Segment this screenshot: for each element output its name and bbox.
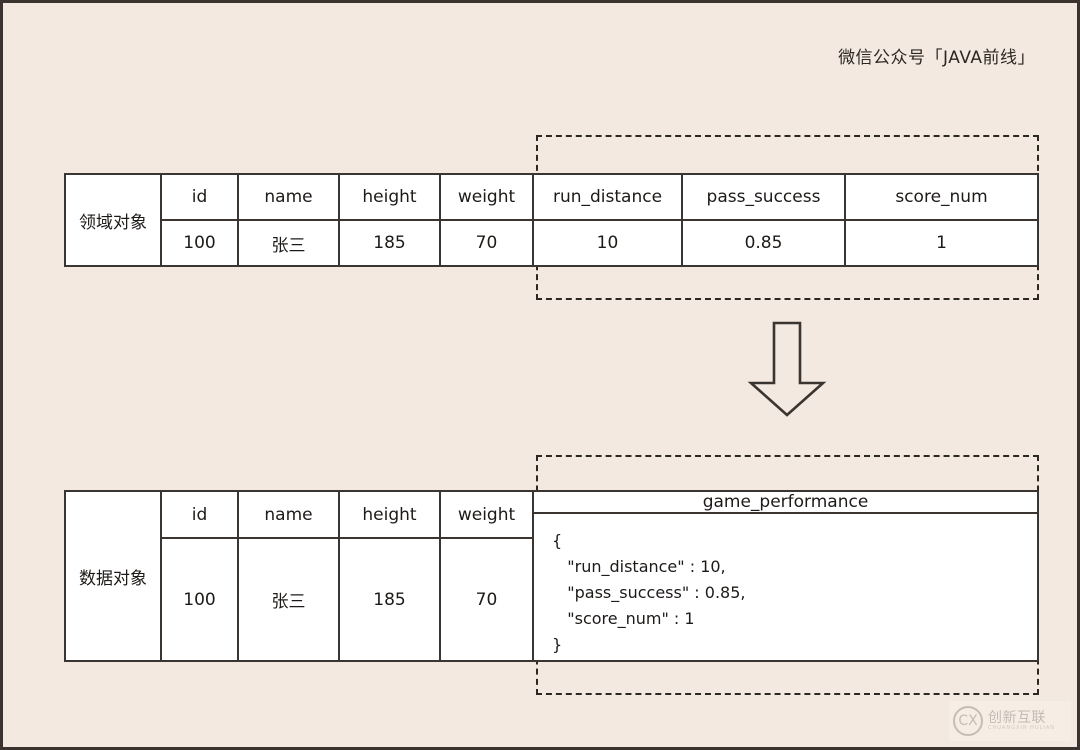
cell-run-distance: 10: [596, 233, 619, 253]
cell-pass-success: 0.85: [744, 233, 783, 253]
column-id: id 100: [162, 175, 239, 265]
column-name: name 张三: [239, 492, 340, 660]
watermark-pinyin: CHUANGXIN HULIAN: [988, 724, 1056, 731]
column-height: height 185: [340, 492, 441, 660]
column-header-score-num: score_num: [846, 175, 1037, 221]
column-game-performance: game_performance { "run_distance" : 10, …: [534, 492, 1037, 660]
column-header-id: id: [162, 175, 237, 221]
watermark-text: 创新互联 CHUANGXIN HULIAN: [988, 711, 1055, 731]
column-weight: weight 70: [441, 492, 534, 660]
watermark-logo: CX 创新互联 CHUANGXIN HULIAN: [949, 701, 1071, 741]
domain-object-columns: id 100 name 张三 height 185 weight 70 run_…: [162, 175, 1037, 265]
column-id: id 100: [162, 492, 239, 660]
cell-game-performance-json: { "run_distance" : 10, "pass_success" : …: [552, 531, 746, 654]
data-object-table: 数据对象 id 100 name 张三 height 185 weight 70…: [64, 490, 1039, 662]
domain-object-row-label: 领域对象: [66, 175, 162, 265]
cell-id: 100: [183, 233, 216, 253]
brand-caption: 微信公众号「JAVA前线」: [838, 48, 1035, 68]
diagram-canvas: 微信公众号「JAVA前线」 领域对象 id 100 name 张三 height…: [0, 0, 1080, 750]
column-pass-success: pass_success 0.85: [683, 175, 846, 265]
cell-name: 张三: [271, 592, 306, 612]
column-header-height: height: [340, 175, 439, 221]
column-header-game-performance: game_performance: [534, 492, 1037, 514]
column-header-weight: weight: [441, 492, 532, 539]
cell-weight: 70: [475, 233, 498, 253]
column-run-distance: run_distance 10: [534, 175, 683, 265]
column-header-name: name: [239, 175, 338, 221]
column-name: name 张三: [239, 175, 340, 265]
column-header-name: name: [239, 492, 338, 539]
column-weight: weight 70: [441, 175, 534, 265]
column-height: height 185: [340, 175, 441, 265]
watermark-chinese: 创新互联: [988, 710, 1046, 727]
column-header-height: height: [340, 492, 439, 539]
column-header-weight: weight: [441, 175, 532, 221]
cell-height: 185: [373, 233, 406, 253]
domain-object-table: 领域对象 id 100 name 张三 height 185 weight 70…: [64, 173, 1039, 267]
data-object-columns: id 100 name 张三 height 185 weight 70 game…: [162, 492, 1037, 660]
cell-id: 100: [183, 589, 216, 610]
cell-score-num: 1: [936, 233, 947, 253]
column-score-num: score_num 1: [846, 175, 1037, 265]
watermark-mark-icon: CX: [953, 706, 983, 736]
cell-name: 张三: [271, 235, 306, 256]
cell-weight: 70: [475, 589, 498, 610]
cell-height: 185: [373, 589, 406, 610]
column-header-pass-success: pass_success: [683, 175, 844, 221]
transform-arrow-icon: [747, 321, 827, 417]
column-header-id: id: [162, 492, 237, 539]
data-object-row-label: 数据对象: [66, 492, 162, 660]
column-header-run-distance: run_distance: [534, 175, 681, 221]
